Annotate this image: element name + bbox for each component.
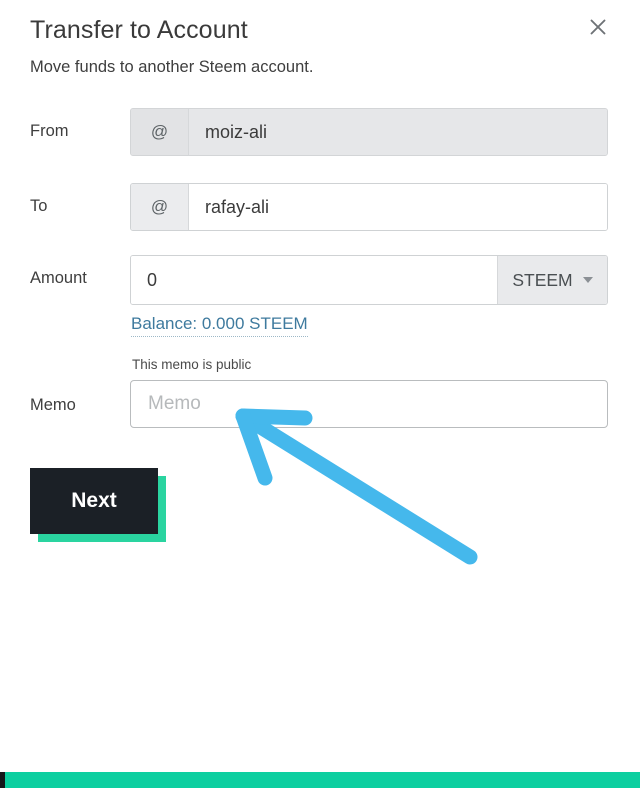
amount-row: Amount 0 STEEM: [0, 255, 640, 305]
from-row: From @ moiz-ali: [0, 108, 640, 156]
next-button-wrapper: Next: [30, 468, 166, 542]
from-input-group: @ moiz-ali: [130, 108, 608, 156]
memo-input[interactable]: [131, 381, 607, 427]
amount-input-group[interactable]: 0 STEEM: [130, 255, 608, 305]
bottom-bar-nub: [0, 772, 5, 788]
memo-input-group[interactable]: [130, 380, 608, 428]
to-row: To @ rafay-ali: [0, 183, 640, 231]
dialog-title: Transfer to Account: [30, 16, 248, 44]
amount-label: Amount: [30, 269, 87, 287]
at-sign-icon: @: [131, 184, 189, 230]
from-account-value: moiz-ali: [189, 109, 607, 155]
currency-select[interactable]: STEEM: [497, 256, 607, 304]
to-label: To: [30, 197, 48, 215]
to-account-input[interactable]: rafay-ali: [189, 184, 607, 230]
next-button[interactable]: Next: [30, 468, 158, 534]
bottom-accent-bar: [0, 772, 640, 788]
transfer-dialog: Transfer to Account Move funds to anothe…: [0, 0, 640, 772]
to-input-group[interactable]: @ rafay-ali: [130, 183, 608, 231]
at-sign-icon: @: [131, 109, 189, 155]
currency-select-value: STEEM: [512, 269, 573, 290]
chevron-down-icon: [582, 277, 593, 283]
amount-input[interactable]: 0: [131, 256, 497, 304]
balance-link[interactable]: Balance: 0.000 STEEM: [131, 314, 308, 337]
from-label: From: [30, 122, 69, 140]
memo-label: Memo: [30, 396, 76, 414]
dialog-subtitle: Move funds to another Steem account.: [30, 58, 314, 76]
memo-hint-text: This memo is public: [132, 357, 252, 372]
close-icon[interactable]: [581, 10, 615, 44]
